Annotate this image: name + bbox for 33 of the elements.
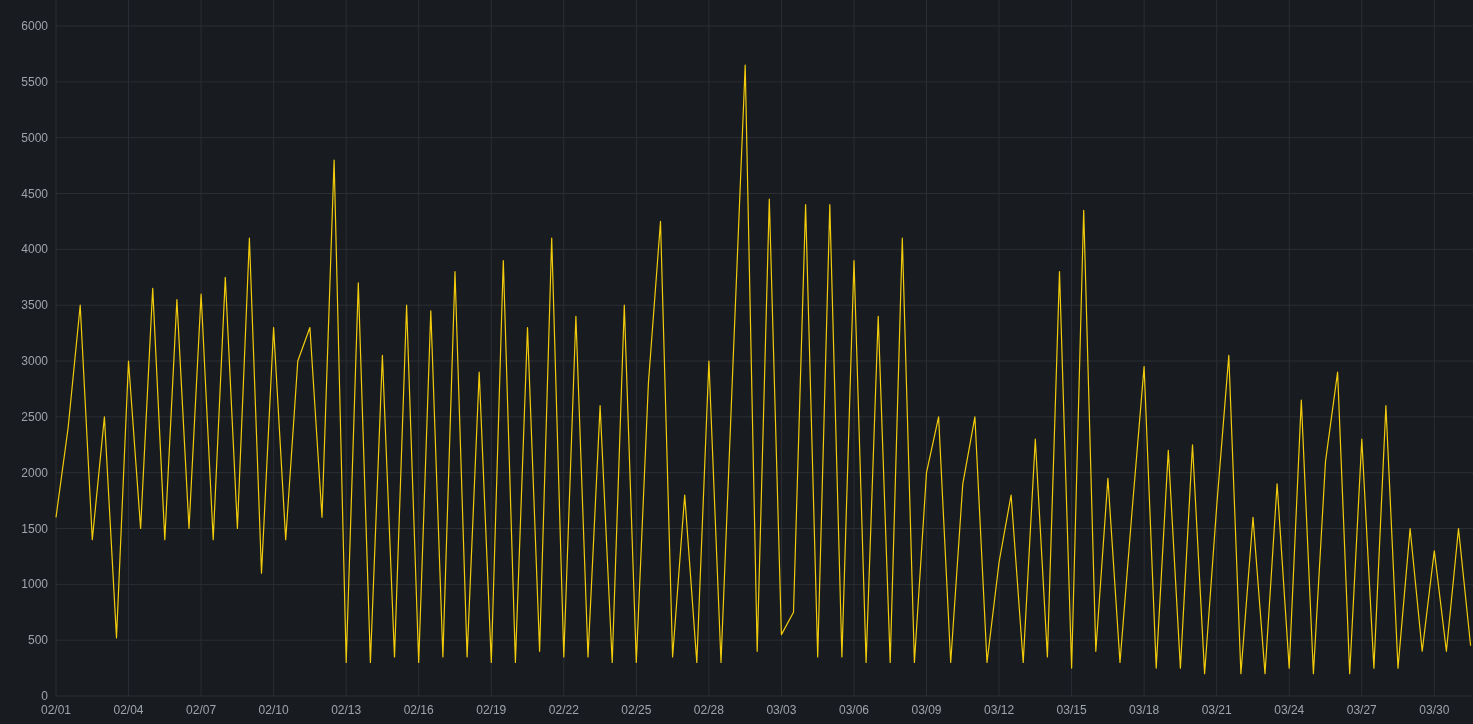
x-tick-label: 02/13 — [331, 703, 362, 717]
y-tick-label: 5000 — [21, 130, 48, 145]
y-tick-label: 6000 — [21, 19, 48, 33]
x-tick-label: 03/24 — [1274, 703, 1305, 717]
x-tick-label: 02/25 — [621, 703, 652, 717]
x-tick-label: 02/07 — [186, 703, 217, 717]
x-tick-label: 02/22 — [548, 703, 579, 717]
x-tick-label: 02/16 — [403, 703, 434, 717]
x-tick-label: 02/19 — [476, 703, 507, 717]
y-tick-label: 3500 — [21, 298, 48, 313]
x-tick-label: 03/30 — [1419, 703, 1450, 717]
x-tick-label: 03/21 — [1201, 703, 1232, 717]
x-tick-label: 03/09 — [911, 703, 942, 717]
y-tick-label: 1500 — [21, 521, 48, 536]
y-tick-label: 3000 — [21, 354, 48, 368]
y-tick-label: 4000 — [21, 242, 48, 257]
x-tick-label: 02/28 — [693, 703, 724, 717]
x-tick-label: 03/27 — [1346, 703, 1377, 717]
x-tick-label: 02/01 — [41, 703, 71, 717]
x-tick-label: 03/15 — [1056, 703, 1087, 717]
y-tick-label: 4500 — [21, 186, 48, 201]
x-tick-label: 03/12 — [984, 703, 1015, 717]
y-tick-label: 2500 — [21, 409, 48, 424]
x-tick-label: 02/04 — [113, 703, 144, 717]
x-tick-label: 03/03 — [766, 703, 797, 717]
y-tick-label: 5500 — [21, 74, 48, 89]
x-tick-label: 02/10 — [258, 703, 289, 717]
y-tick-label: 2000 — [21, 465, 48, 480]
y-tick-label: 500 — [27, 633, 48, 648]
x-tick-label: 03/06 — [838, 703, 869, 717]
y-tick-label: 0 — [41, 689, 48, 703]
y-tick-label: 1000 — [21, 577, 48, 592]
x-tick-label: 03/18 — [1129, 703, 1160, 717]
